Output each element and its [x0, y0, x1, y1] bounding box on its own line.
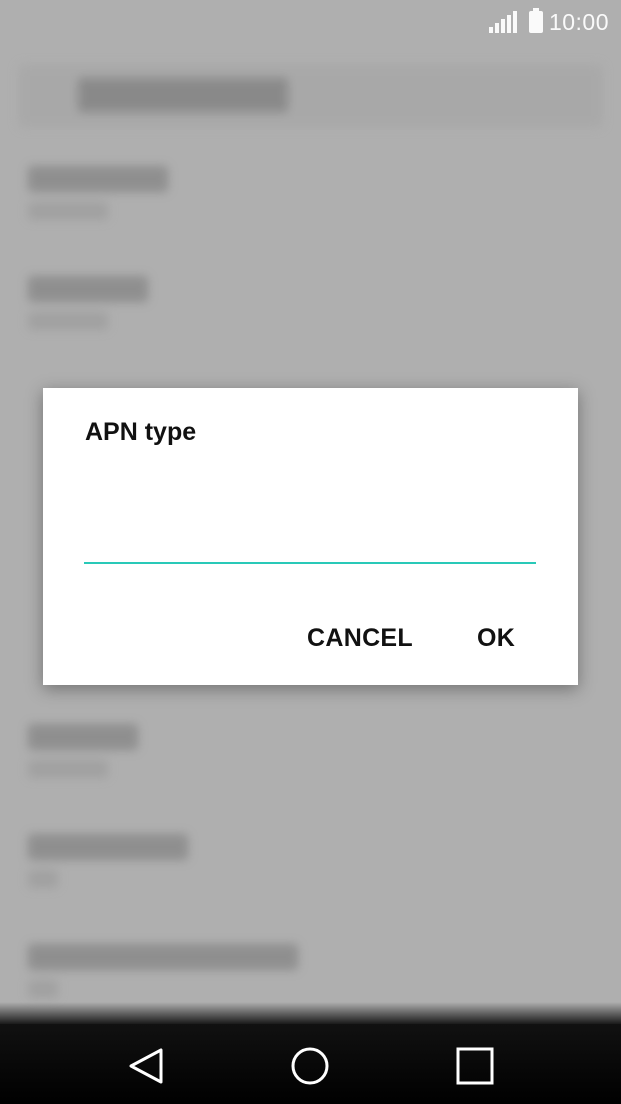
- navigation-bar: [0, 1002, 621, 1104]
- dialog-title: APN type: [85, 418, 197, 446]
- home-icon[interactable]: [290, 1046, 330, 1086]
- cancel-button[interactable]: CANCEL: [307, 624, 413, 653]
- apn-type-dialog: APN type CANCEL OK: [43, 388, 578, 685]
- recent-apps-icon[interactable]: [455, 1046, 495, 1086]
- ok-button[interactable]: OK: [477, 624, 515, 653]
- back-icon[interactable]: [127, 1046, 167, 1086]
- apn-type-input[interactable]: [84, 504, 536, 564]
